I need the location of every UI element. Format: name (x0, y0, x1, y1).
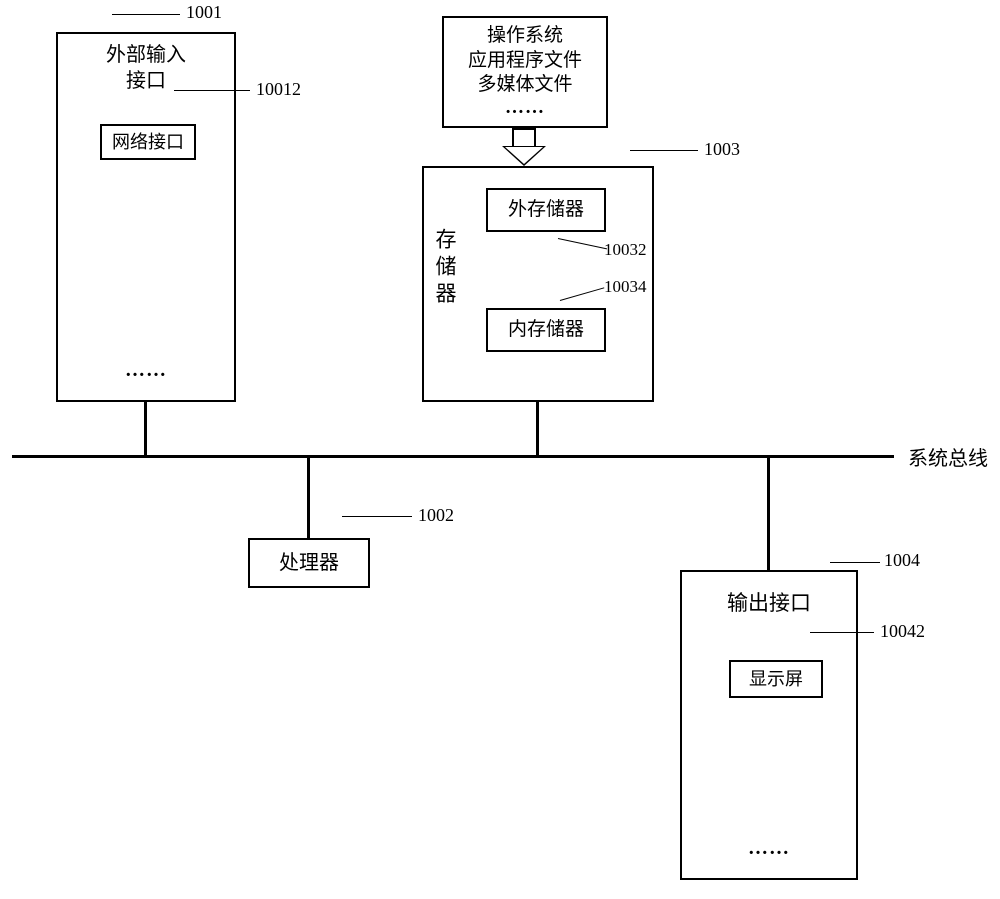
system-bus-label: 系统总线 (908, 442, 988, 471)
ref-10034-label: 10034 (604, 277, 647, 297)
ref-1003-leader (630, 150, 698, 151)
ref-1003-label: 1003 (704, 139, 740, 160)
output-bus-connector (767, 457, 770, 571)
cpu-block: 处理器 (248, 538, 370, 588)
internal-storage-box: 内存储器 (486, 308, 606, 352)
output-dots: …… (682, 837, 856, 860)
memory-bus-connector (536, 402, 539, 456)
ref-10032-label: 10032 (604, 240, 647, 260)
memory-title: 存储器 (430, 228, 460, 309)
ref-1002-leader (342, 516, 412, 517)
ref-1004-leader (830, 562, 880, 563)
external-input-title: 外部输入 接口 (58, 34, 234, 94)
file-source-line3: 多媒体文件 (444, 73, 606, 98)
ref-1004-label: 1004 (884, 550, 920, 571)
ref-1001-leader (112, 14, 180, 15)
network-interface-label: 网络接口 (112, 132, 184, 152)
file-source-box: 操作系统 应用程序文件 多媒体文件 …… (442, 16, 608, 128)
file-source-line1: 操作系统 (444, 24, 606, 49)
internal-storage-label: 内存储器 (508, 319, 584, 340)
display-box: 显示屏 (729, 660, 823, 698)
cpu-label: 处理器 (279, 552, 339, 574)
external-input-block: 外部输入 接口 网络接口 …… (56, 32, 236, 402)
output-block: 输出接口 显示屏 …… (680, 570, 858, 880)
cpu-bus-connector (307, 457, 310, 539)
arrow-body (512, 128, 536, 148)
ref-1001-label: 1001 (186, 2, 222, 23)
external-storage-box: 外存储器 (486, 188, 606, 232)
ref-10012-label: 10012 (256, 79, 301, 100)
display-label: 显示屏 (749, 669, 803, 689)
network-interface-box: 网络接口 (100, 124, 196, 160)
output-title: 输出接口 (727, 591, 811, 615)
ref-10012-leader (174, 90, 250, 91)
ref-1002-label: 1002 (418, 505, 454, 526)
external-input-dots: …… (58, 359, 234, 382)
file-source-line2: 应用程序文件 (444, 49, 606, 74)
external-storage-label: 外存储器 (508, 199, 584, 220)
ref-10042-leader (810, 632, 874, 633)
ref-10042-label: 10042 (880, 621, 925, 642)
external-input-bus-connector (144, 402, 147, 456)
file-source-dots: …… (444, 96, 606, 121)
arrow-head-inner-icon (505, 147, 543, 164)
external-input-title-line1: 外部输入 (58, 42, 234, 68)
